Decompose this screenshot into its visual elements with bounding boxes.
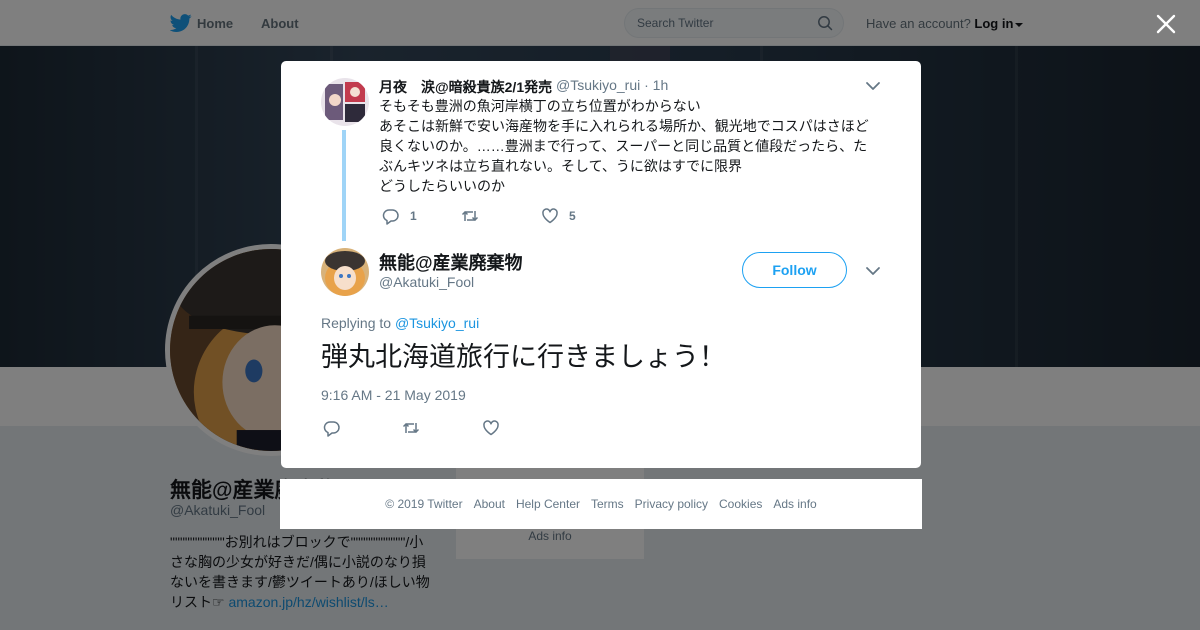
replying-to-link[interactable]: @Tsukiyo_rui — [395, 315, 479, 331]
tweet1-reply-button[interactable]: 1 — [382, 207, 417, 225]
tweet1-author-handle[interactable]: @Tsukiyo_rui · 1h — [556, 77, 668, 93]
tweet1-text: そもそも豊洲の魚河岸横丁の立ち位置がわからない あそこは新鮮で安い海産物を手に入… — [379, 98, 869, 194]
footer-copyright: © 2019 Twitter — [385, 497, 463, 511]
footer-link-terms[interactable]: Terms — [591, 497, 624, 511]
tweet1-retweet-button[interactable] — [461, 207, 479, 225]
footer-link-privacy[interactable]: Privacy policy — [635, 497, 708, 511]
tweet1-avatar-illustration — [321, 78, 369, 126]
thread-connector-line — [342, 130, 346, 241]
footer-link-ads-info[interactable]: Ads info — [773, 497, 816, 511]
tweet2-timestamp[interactable]: 9:16 AM - 21 May 2019 — [321, 387, 466, 403]
tweet2-reply-button[interactable] — [323, 419, 341, 437]
follow-button[interactable]: Follow — [742, 252, 847, 288]
heart-icon — [542, 208, 558, 224]
tweet2-text: 弾丸北海道旅行に行きましょう！ — [321, 342, 726, 372]
tweet1-like-count: 5 — [569, 209, 576, 223]
footer-link-help-center[interactable]: Help Center — [516, 497, 580, 511]
reply-icon — [323, 421, 340, 437]
footer-link-about[interactable]: About — [474, 497, 505, 511]
tweet2-like-button[interactable] — [482, 419, 500, 437]
retweet-icon — [402, 423, 420, 433]
tweet1-avatar[interactable] — [321, 78, 369, 126]
footer-link-cookies[interactable]: Cookies — [719, 497, 762, 511]
tweet1-author-name[interactable]: 月夜 涙@暗殺貴族2/1発売 — [379, 77, 552, 97]
tweet-modal: 月夜 涙@暗殺貴族2/1発売 @Tsukiyo_rui · 1h そもそも豊洲の… — [281, 61, 921, 468]
tweet2-avatar-illustration — [321, 248, 369, 296]
tweet2-avatar[interactable] — [321, 248, 369, 296]
tweet2-more-chevron-down-icon[interactable] — [863, 261, 883, 281]
replying-to: Replying to @Tsukiyo_rui — [321, 315, 479, 331]
heart-icon — [483, 420, 499, 436]
reply-icon — [382, 209, 399, 225]
replying-to-prefix: Replying to — [321, 315, 392, 331]
tweet1-more-chevron-down-icon[interactable] — [863, 76, 883, 96]
tweet1-like-button[interactable]: 5 — [541, 207, 576, 225]
modal-footer: © 2019 Twitter About Help Center Terms P… — [280, 479, 922, 529]
tweet2-author-handle[interactable]: @Akatuki_Fool — [379, 274, 474, 290]
tweet2-author-name[interactable]: 無能@産業廃棄物 — [379, 249, 523, 275]
retweet-icon — [461, 211, 479, 221]
tweet2-retweet-button[interactable] — [402, 419, 420, 437]
tweet1-reply-count: 1 — [410, 209, 417, 223]
close-icon[interactable] — [1155, 13, 1177, 35]
